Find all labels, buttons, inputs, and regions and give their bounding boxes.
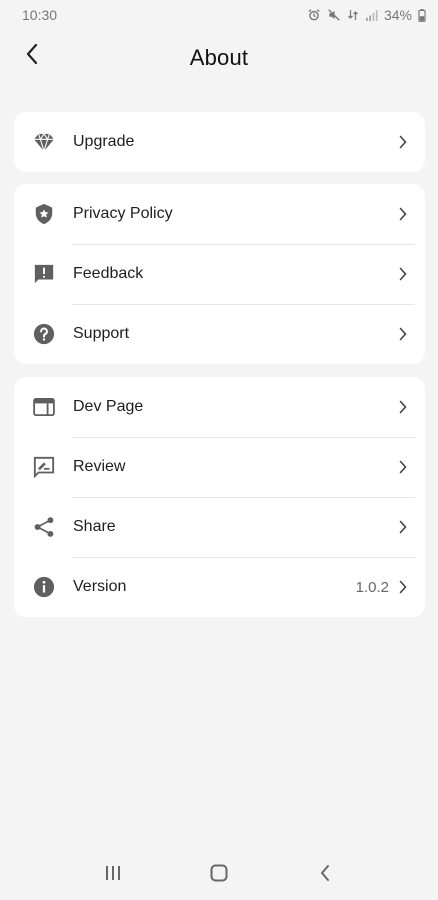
chevron-right-icon <box>397 579 409 595</box>
back-icon <box>319 864 331 887</box>
home-icon <box>210 864 228 887</box>
row-label: Share <box>73 518 116 535</box>
chevron-right-icon <box>397 134 409 150</box>
share-icon <box>32 515 56 539</box>
status-bar: 10:30 34% <box>0 0 438 30</box>
chevron-right-icon <box>397 519 409 535</box>
chevron-right-icon <box>397 206 409 222</box>
row-upgrade[interactable]: Upgrade <box>14 112 425 172</box>
row-support[interactable]: Support <box>14 304 425 364</box>
signal-icon <box>365 9 378 22</box>
row-label: Upgrade <box>73 133 135 150</box>
back-button[interactable] <box>14 38 50 74</box>
chevron-right-icon <box>397 399 409 415</box>
battery-icon <box>418 8 426 22</box>
row-review[interactable]: Review <box>14 437 425 497</box>
settings-group-legal: Privacy Policy Feedback Support <box>14 184 425 364</box>
rate-review-icon <box>32 455 56 479</box>
info-icon <box>32 575 56 599</box>
page-title: About <box>189 45 249 70</box>
row-version[interactable]: Version 1.0.2 <box>14 557 425 617</box>
chevron-right-icon <box>397 326 409 342</box>
row-label: Version <box>73 578 127 595</box>
about-screen: 10:30 34% About Upgrade Privacy Policy F… <box>0 0 438 900</box>
chevron-right-icon <box>397 459 409 475</box>
home-button[interactable] <box>199 855 239 895</box>
back-arrow-icon <box>25 43 39 70</box>
chevron-right-icon <box>397 266 409 282</box>
row-label: Feedback <box>73 265 144 282</box>
status-time: 10:30 <box>22 7 58 23</box>
row-share[interactable]: Share <box>14 497 425 557</box>
feedback-icon <box>32 262 56 286</box>
mute-icon <box>327 8 341 22</box>
row-label: Privacy Policy <box>73 205 173 222</box>
help-icon <box>32 322 56 346</box>
row-dev-page[interactable]: Dev Page <box>14 377 425 437</box>
settings-group-upgrade: Upgrade <box>14 112 425 172</box>
recents-button[interactable] <box>93 855 133 895</box>
row-label: Support <box>73 325 130 342</box>
row-feedback[interactable]: Feedback <box>14 244 425 304</box>
version-value: 1.0.2 <box>355 578 389 596</box>
diamond-icon <box>32 130 56 154</box>
system-nav-bar <box>0 850 438 900</box>
data-icon <box>347 8 359 22</box>
nav-back-button[interactable] <box>305 855 345 895</box>
alarm-icon <box>307 8 321 22</box>
shield-icon <box>32 202 56 226</box>
web-page-icon <box>32 395 56 419</box>
status-icons: 34% <box>307 7 426 23</box>
recents-icon <box>104 865 122 886</box>
battery-text: 34% <box>383 7 412 23</box>
row-privacy-policy[interactable]: Privacy Policy <box>14 184 425 244</box>
settings-group-app: Dev Page Review Share Version 1.0.2 <box>14 377 425 617</box>
row-label: Dev Page <box>73 398 144 415</box>
header: About <box>0 30 438 86</box>
row-label: Review <box>73 458 126 475</box>
